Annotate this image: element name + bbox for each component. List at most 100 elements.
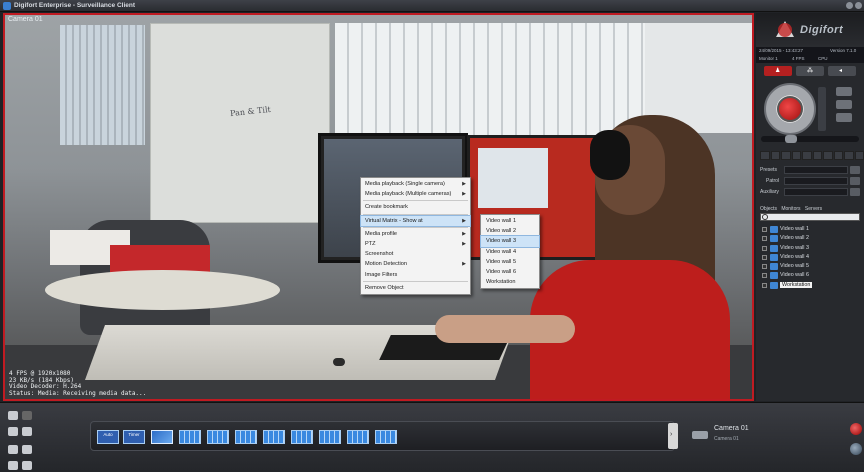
ptz-center-button[interactable] [777, 96, 803, 122]
expand-icon[interactable] [762, 227, 767, 232]
layout-2x2-button[interactable] [179, 430, 201, 444]
tab-objects[interactable]: Objects [760, 206, 777, 212]
layout-1x1-button[interactable] [151, 430, 173, 444]
menu-separator [363, 200, 468, 202]
logo-area: Digifort [756, 13, 864, 47]
preset-button[interactable] [760, 151, 770, 160]
layout-7-button[interactable] [319, 430, 341, 444]
home-button[interactable] [836, 113, 852, 122]
submenu-arrow-icon: ▶ [462, 181, 466, 187]
layout-6-button[interactable] [291, 430, 313, 444]
tab-servers[interactable]: Servers [805, 206, 822, 212]
screen-icon[interactable] [22, 445, 32, 454]
menu-item-media-playback-single[interactable]: Media playback (Single camera) ▶ [361, 179, 470, 189]
audio-knob-icon[interactable] [850, 443, 862, 455]
preset-button[interactable] [812, 151, 822, 160]
lock-icon[interactable] [22, 461, 32, 470]
layout-8-button[interactable] [347, 430, 369, 444]
expand-icon[interactable] [762, 282, 767, 288]
tab-ptz-person[interactable]: ♟ [764, 66, 792, 76]
menu-item-media-playback-multiple[interactable]: Media playback (Multiple cameras) ▶ [361, 189, 470, 199]
menu-item-virtual-matrix[interactable]: Virtual Matrix - Show at ▶ [360, 214, 471, 227]
auxiliary-select[interactable] [784, 188, 848, 196]
expand-icon[interactable] [762, 236, 767, 242]
video-scene-window [60, 25, 145, 145]
layout-3-button[interactable] [207, 430, 229, 444]
preset-button[interactable] [854, 151, 864, 160]
preset-button[interactable] [833, 151, 843, 160]
menu-item-remove-object[interactable]: Remove Object [361, 283, 470, 293]
record-knob-icon[interactable] [850, 423, 862, 435]
preset-button[interactable] [781, 151, 791, 160]
eye-icon[interactable] [8, 445, 18, 454]
auxiliary-go-button[interactable] [850, 188, 860, 196]
close-icon[interactable] [855, 2, 862, 9]
preset-button[interactable] [770, 151, 780, 160]
grid-icon[interactable] [22, 427, 32, 436]
presets-label: Presets [760, 167, 777, 173]
tree-item-video-wall-4[interactable]: Video wall 4 [762, 253, 862, 262]
selected-camera-box[interactable]: Camera 01 Camera 01 [690, 421, 810, 451]
menu-item-create-bookmark[interactable]: Create bookmark [361, 202, 470, 212]
tree-item-video-wall-6[interactable]: Video wall 6 [762, 271, 862, 280]
zoom-control[interactable] [818, 87, 826, 131]
submenu-item-video-wall-5[interactable]: Video wall 5 [481, 257, 539, 267]
timer-button[interactable]: Timer [123, 430, 145, 444]
preset-button[interactable] [802, 151, 812, 160]
tree-item-video-wall-5[interactable]: Video wall 5 [762, 262, 862, 271]
expand-icon[interactable] [762, 245, 767, 251]
expand-icon[interactable] [762, 264, 767, 270]
menu-item-motion-detection[interactable]: Motion Detection ▶ [361, 259, 470, 269]
expand-icon[interactable] [762, 273, 767, 279]
toggle-icon[interactable] [22, 411, 32, 420]
layout-icon[interactable] [8, 427, 18, 436]
strip-scroll-button[interactable]: › [668, 423, 678, 449]
menu-item-ptz[interactable]: PTZ ▶ [361, 239, 470, 249]
layout-4-button[interactable] [235, 430, 257, 444]
layout-9-button[interactable] [375, 430, 397, 444]
submenu-item-video-wall-2[interactable]: Video wall 2 [481, 226, 539, 236]
minimize-icon[interactable] [846, 2, 853, 9]
settings-icon[interactable] [8, 411, 18, 420]
menu-item-image-filters[interactable]: Image Filters [361, 270, 470, 280]
patrol-row: Patrol [760, 177, 864, 186]
preset-button[interactable] [844, 151, 854, 160]
tree-item-video-wall-1[interactable]: Video wall 1 [762, 225, 862, 234]
focus-minus-button[interactable] [836, 100, 852, 109]
monitor-icon [770, 226, 778, 233]
submenu-item-video-wall-4[interactable]: Video wall 4 [481, 247, 539, 257]
tab-monitors[interactable]: Monitors [781, 206, 800, 212]
monitor-tree: Video wall 1 Video wall 2 Video wall 3 V… [762, 225, 862, 290]
auto-button[interactable]: Auto [97, 430, 119, 444]
tab-ptz-audio[interactable]: ◂ [828, 66, 856, 76]
submenu-item-video-wall-6[interactable]: Video wall 6 [481, 267, 539, 277]
preset-button[interactable] [823, 151, 833, 160]
auxiliary-row: Auxiliary [760, 188, 864, 197]
fps-label: 4 FPS [792, 56, 805, 61]
tree-item-workstation[interactable]: Workstation [762, 281, 862, 290]
presets-select[interactable] [784, 166, 848, 174]
selected-camera-subname: Camera 01 [714, 436, 739, 442]
tree-item-video-wall-2[interactable]: Video wall 2 [762, 234, 862, 243]
preset-number-row [760, 151, 864, 160]
expand-icon[interactable] [762, 254, 767, 260]
tab-ptz-group[interactable]: ⁂ [796, 66, 824, 76]
submenu-item-video-wall-1[interactable]: Video wall 1 [481, 216, 539, 226]
patrol-go-button[interactable] [850, 177, 860, 185]
tree-item-video-wall-3[interactable]: Video wall 3 [762, 244, 862, 253]
patrol-select[interactable] [784, 177, 848, 185]
preset-button[interactable] [791, 151, 801, 160]
menu-item-screenshot[interactable]: Screenshot [361, 249, 470, 259]
speed-slider[interactable] [761, 135, 859, 143]
slider-knob[interactable] [785, 135, 797, 143]
submenu-item-video-wall-3[interactable]: Video wall 3 [480, 235, 540, 248]
object-search-input[interactable] [760, 213, 860, 221]
link-icon[interactable] [8, 461, 18, 470]
focus-plus-button[interactable] [836, 87, 852, 96]
video-scene-arm [435, 315, 575, 343]
surveillance-client-window: Digifort Enterprise - Surveillance Clien… [0, 0, 864, 472]
menu-item-media-profile[interactable]: Media profile ▶ [361, 229, 470, 239]
submenu-item-workstation[interactable]: Workstation [481, 277, 539, 287]
presets-go-button[interactable] [850, 166, 860, 174]
layout-5-button[interactable] [263, 430, 285, 444]
